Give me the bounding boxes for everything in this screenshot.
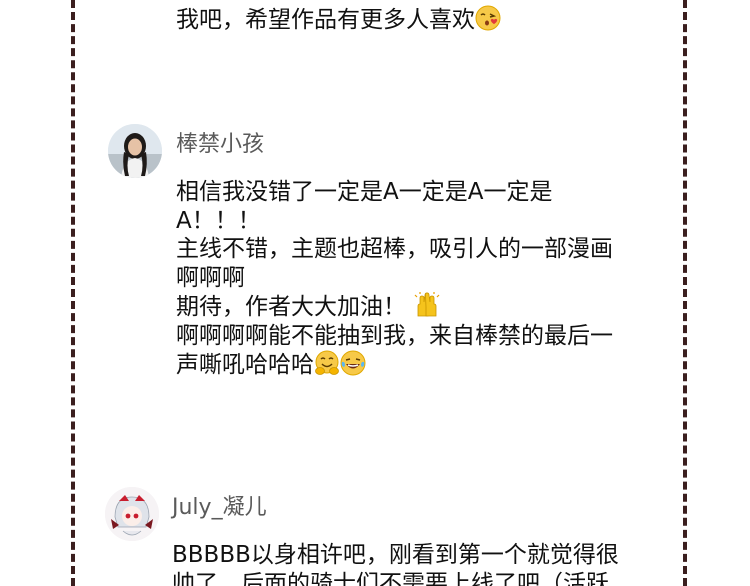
comment-page: 我吧，希望作品有更多人喜欢 棒禁小孩 相信我没错了一定是A一定是A一定是 A！！… <box>0 0 750 586</box>
username[interactable]: 棒禁小孩 <box>176 126 264 158</box>
comment-line: 帅了，后面的骑士们不需要上线了吧（活跃 <box>172 570 609 586</box>
comment-line: BBBBB以身相许吧，刚看到第一个就觉得很 <box>172 542 619 568</box>
right-dashed-border <box>683 0 687 586</box>
girl-photo-avatar-icon <box>108 124 162 178</box>
comment-line: 声嘶吼哈哈哈 <box>176 350 613 380</box>
comment-line: A！！！ <box>176 207 261 234</box>
comment-line: 主线不错，主题也超棒，吸引人的一部漫画 <box>176 236 613 262</box>
comment-line: 相信我没错了一定是A一定是A一定是 <box>176 179 553 205</box>
anime-girl-avatar-icon <box>105 487 159 541</box>
raising-hands-icon <box>414 292 440 317</box>
comment-text: BBBBB以身相许吧，刚看到第一个就觉得很 帅了，后面的骑士们不需要上线了吧（活… <box>172 541 619 586</box>
user-avatar[interactable] <box>108 124 162 178</box>
comment-line: 期待，作者大大加油！ <box>176 292 613 322</box>
comment-line-text: 期待，作者大大加油！ <box>176 294 406 320</box>
comment-line: 啊啊啊 <box>176 264 245 291</box>
laughing-tears-icon <box>340 350 366 376</box>
comment-text: 相信我没错了一定是A一定是A一定是 A！！！ 主线不错，主题也超棒，吸引人的一部… <box>176 178 613 380</box>
user-avatar[interactable] <box>105 487 159 541</box>
comment-line-text: 声嘶吼哈哈哈 <box>176 352 314 378</box>
previous-comment-text: 我吧，希望作品有更多人喜欢 <box>176 0 501 35</box>
kissing-face-icon <box>475 5 501 31</box>
left-dashed-border <box>71 0 75 586</box>
username[interactable]: July_凝儿 <box>172 489 267 521</box>
comment-line: 啊啊啊啊能不能抽到我，来自棒禁的最后一 <box>176 322 613 349</box>
comment-line: 我吧，希望作品有更多人喜欢 <box>176 5 501 35</box>
hugging-face-icon <box>315 350 339 375</box>
comment-line-text: 我吧，希望作品有更多人喜欢 <box>176 7 475 33</box>
